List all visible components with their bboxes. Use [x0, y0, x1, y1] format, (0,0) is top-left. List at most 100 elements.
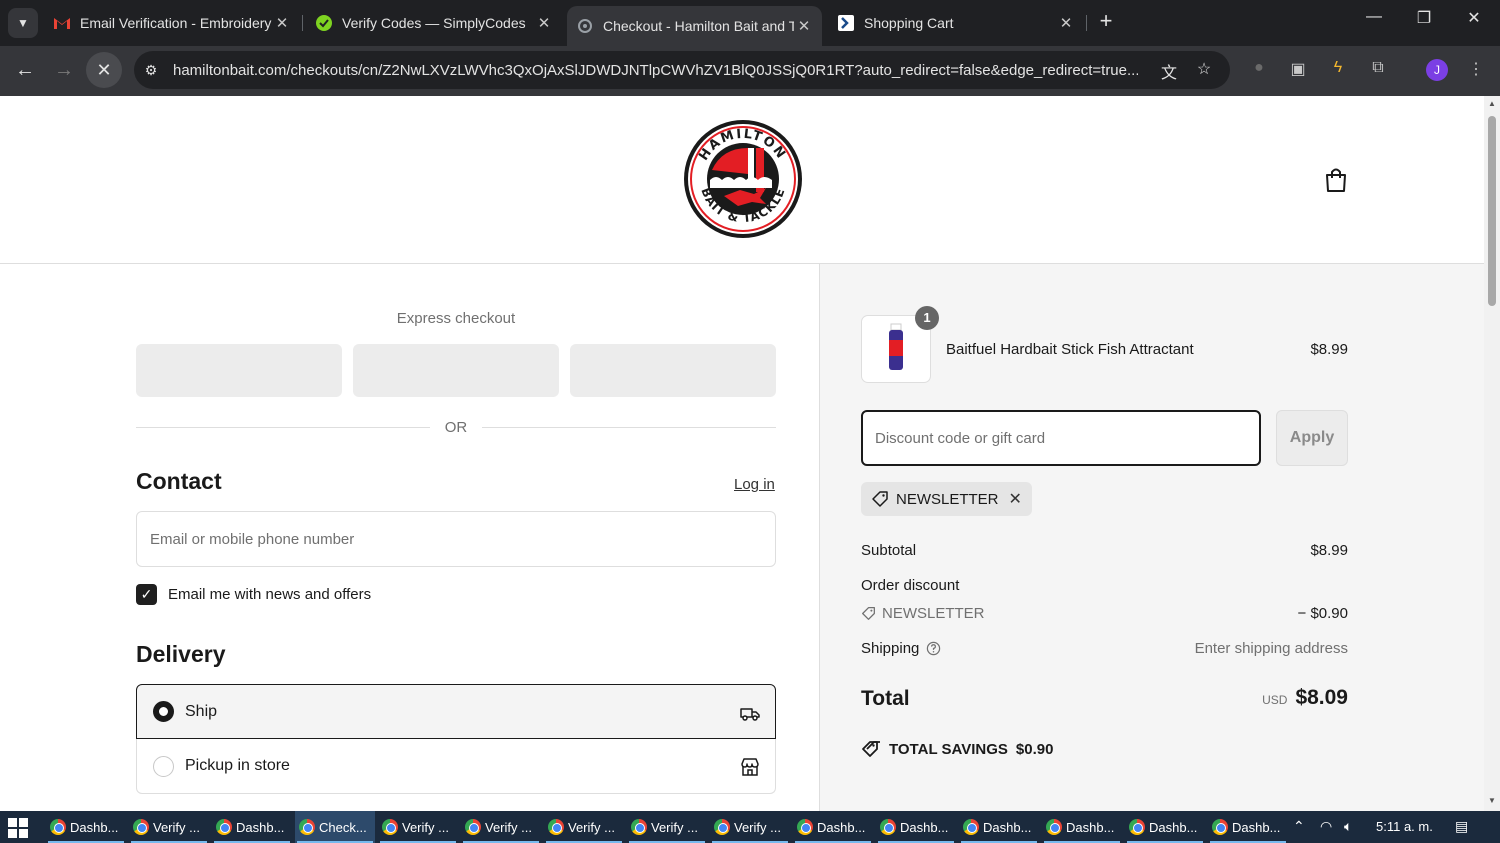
taskbar-chrome-window[interactable]: Verify ...	[378, 811, 458, 843]
taskbar-chrome-window[interactable]: Verify ...	[129, 811, 209, 843]
tab-search-chevron-icon[interactable]: ▼	[8, 8, 38, 38]
tray-chevron-icon[interactable]: ⌃	[1293, 818, 1305, 835]
shopping-bag-icon[interactable]	[1322, 166, 1350, 194]
windows-taskbar: Dashb... Verify ... Dashb... Check... Ve…	[0, 811, 1500, 843]
notifications-icon[interactable]: ▤	[1455, 818, 1468, 835]
volume-icon[interactable]: 🔈︎	[1344, 818, 1352, 835]
delivery-option-pickup[interactable]: Pickup in store	[136, 739, 776, 794]
pickup-radio[interactable]	[153, 755, 174, 777]
express-checkout-button[interactable]	[136, 344, 342, 397]
extensions-puzzle-icon[interactable]: ⧉	[1367, 59, 1389, 81]
hamilton-bait-tackle-logo[interactable]: HAMILTON BAIT & TACKLE	[682, 118, 804, 240]
taskbar-label: Verify ...	[651, 819, 698, 835]
translate-icon[interactable]: 文	[1158, 59, 1180, 82]
discount-value: − $0.90	[1297, 605, 1348, 622]
scroll-thumb[interactable]	[1488, 116, 1496, 306]
delivery-option-ship[interactable]: Ship	[136, 684, 776, 739]
shipping-label: Shipping	[861, 640, 920, 657]
help-circle-icon[interactable]	[926, 641, 941, 656]
forward-icon[interactable]: →	[51, 58, 77, 84]
url-text[interactable]: hamiltonbait.com/checkouts/cn/Z2NwLXVzLW…	[173, 62, 1138, 79]
chrome-icon	[133, 819, 149, 835]
remove-discount-icon[interactable]: ✕	[1009, 489, 1022, 509]
taskbar-clock[interactable]: 5:11 a. m.	[1376, 819, 1433, 834]
back-icon[interactable]: ←	[12, 58, 38, 84]
contact-title: Contact	[136, 468, 222, 494]
chrome-icon	[382, 819, 398, 835]
order-summary: 1 Baitfuel Hardbait Stick Fish Attractan…	[819, 264, 1484, 811]
total-label: Total	[861, 687, 910, 710]
subtotal-label: Subtotal	[861, 542, 917, 559]
total-value: USD $8.09	[1262, 686, 1348, 710]
scroll-up-icon[interactable]: ▲	[1487, 99, 1497, 108]
tab-email-verification[interactable]: Email Verification - Embroidery ✕	[44, 6, 300, 40]
checkout-page: HAMILTON BAIT & TACKLE Express checkout …	[0, 96, 1484, 811]
chrome-icon	[216, 819, 232, 835]
express-checkout-button[interactable]	[570, 344, 776, 397]
ship-radio[interactable]	[153, 701, 174, 722]
chrome-icon	[50, 819, 66, 835]
page-scrollbar[interactable]: ▲ ▼	[1484, 96, 1500, 811]
site-info-icon[interactable]: ⚙	[134, 62, 168, 79]
taskbar-chrome-window[interactable]: Verify ...	[627, 811, 707, 843]
taskbar-chrome-window[interactable]: Dashb...	[46, 811, 126, 843]
site-icon	[838, 15, 854, 31]
honey-extension-icon[interactable]: ϟ	[1327, 59, 1349, 81]
tab-title: Shopping Cart	[864, 15, 954, 31]
close-icon[interactable]: ✕	[534, 14, 554, 32]
newsletter-checkbox[interactable]: ✓	[136, 584, 157, 605]
taskbar-chrome-window[interactable]: Verify ...	[461, 811, 541, 843]
checkout-form: Express checkout OR Contact Log in Email…	[0, 264, 819, 811]
product-price: $8.99	[1310, 341, 1348, 358]
taskbar-label: Verify ...	[734, 819, 781, 835]
restore-icon[interactable]: ❐	[1409, 8, 1439, 28]
taskbar-label: Dashb...	[817, 819, 866, 835]
taskbar-chrome-window-active[interactable]: Check...	[295, 811, 375, 843]
tab-checkout[interactable]: Checkout - Hamilton Bait and Ta ✕	[567, 6, 822, 46]
taskbar-chrome-window[interactable]: Dashb...	[793, 811, 873, 843]
windows-start-icon[interactable]	[8, 818, 28, 838]
profile-avatar[interactable]: J	[1426, 59, 1448, 81]
taskbar-chrome-window[interactable]: Dashb...	[1208, 811, 1288, 843]
reader-icon[interactable]: ▣	[1287, 59, 1309, 81]
chrome-icon	[548, 819, 564, 835]
taskbar-label: Dashb...	[1232, 819, 1281, 835]
tab-shopping-cart[interactable]: Shopping Cart ✕	[828, 6, 1084, 40]
taskbar-chrome-window[interactable]: Dashb...	[1125, 811, 1205, 843]
close-icon[interactable]: ✕	[794, 17, 814, 35]
savings-label: TOTAL SAVINGS	[889, 740, 1008, 758]
extension-icon[interactable]: ●	[1248, 59, 1270, 81]
tab-verify-codes[interactable]: Verify Codes — SimplyCodes ✕	[306, 6, 562, 40]
stop-loading-icon[interactable]: ✕	[86, 52, 122, 88]
taskbar-label: Verify ...	[402, 819, 449, 835]
divider	[136, 427, 430, 428]
new-tab-button[interactable]: +	[1094, 10, 1118, 34]
taskbar-chrome-window[interactable]: Dashb...	[212, 811, 292, 843]
close-window-icon[interactable]: ✕	[1459, 8, 1489, 28]
close-icon[interactable]: ✕	[1056, 14, 1076, 32]
taskbar-chrome-window[interactable]: Dashb...	[959, 811, 1039, 843]
taskbar-label: Dashb...	[1066, 819, 1115, 835]
taskbar-chrome-window[interactable]: Dashb...	[876, 811, 956, 843]
scroll-down-icon[interactable]: ▼	[1487, 796, 1497, 805]
network-icon[interactable]: ◠	[1320, 818, 1332, 835]
tag-icon	[862, 607, 875, 620]
email-field[interactable]: Email or mobile phone number	[136, 511, 776, 567]
close-icon[interactable]: ✕	[272, 14, 292, 32]
chrome-icon	[465, 819, 481, 835]
bookmark-star-icon[interactable]: ☆	[1193, 59, 1215, 81]
express-checkout-button[interactable]	[353, 344, 559, 397]
address-bar[interactable]: ⚙ hamiltonbait.com/checkouts/cn/Z2NwLXVz…	[134, 51, 1230, 89]
newsletter-checkbox-row[interactable]: ✓ Email me with news and offers	[136, 584, 371, 605]
menu-kebab-icon[interactable]: ⋮	[1465, 59, 1487, 81]
minimize-icon[interactable]: —	[1359, 8, 1389, 26]
login-link[interactable]: Log in	[734, 476, 775, 493]
discount-code-input[interactable]: Discount code or gift card	[861, 410, 1261, 466]
taskbar-chrome-window[interactable]: Dashb...	[1042, 811, 1122, 843]
browser-tab-bar: ▼ Email Verification - Embroidery ✕ Veri…	[0, 0, 1500, 46]
shipping-row: Shipping	[861, 640, 941, 657]
chrome-icon	[631, 819, 647, 835]
taskbar-chrome-window[interactable]: Verify ...	[544, 811, 624, 843]
apply-discount-button[interactable]: Apply	[1276, 410, 1348, 466]
taskbar-chrome-window[interactable]: Verify ...	[710, 811, 790, 843]
